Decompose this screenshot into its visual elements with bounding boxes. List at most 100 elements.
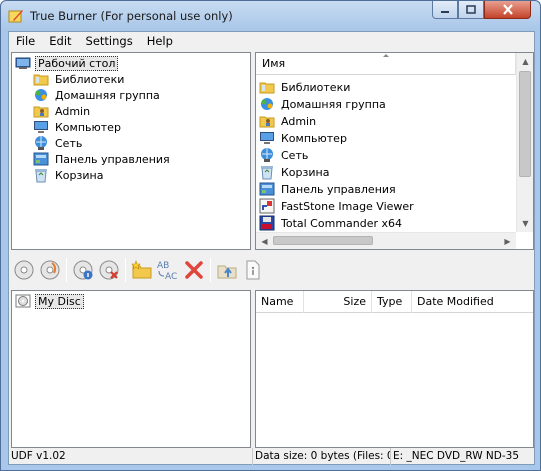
status-drive: E: _NEC DVD_RW ND-35 <box>393 450 520 462</box>
list-item[interactable]: Домашняя группа <box>259 96 388 112</box>
shortcut-icon <box>259 198 275 214</box>
client-area: File Edit Settings Help Рабочий стол Биб… <box>8 31 535 465</box>
tree-item-libraries[interactable]: Библиотеки <box>33 71 126 87</box>
column-name-header[interactable]: Имя <box>256 53 516 75</box>
scroll-up-arrow-icon[interactable]: ▲ <box>517 53 534 70</box>
tree-item-computer[interactable]: Компьютер <box>33 119 123 135</box>
libraries-folder-icon <box>33 74 49 86</box>
minimize-button[interactable] <box>432 1 458 19</box>
properties-button[interactable] <box>240 257 266 283</box>
tree-item-label: Рабочий стол <box>35 55 119 71</box>
tree-item-label: Корзина <box>55 168 104 182</box>
list-item-label: Admin <box>281 114 317 128</box>
list-item[interactable]: Admin <box>259 113 318 129</box>
document-info-icon <box>246 260 260 280</box>
horizontal-scrollbar[interactable]: ◀ ▶ <box>256 232 516 249</box>
list-item-label: Библиотеки <box>281 80 351 94</box>
status-version: UDF v1.02 <box>9 448 253 465</box>
menu-bar: File Edit Settings Help <box>9 32 534 51</box>
homegroup-icon <box>35 89 47 101</box>
network-icon <box>35 136 47 150</box>
status-data-size: Data size: 0 bytes (Files: 0, <box>253 448 391 465</box>
up-folder-icon <box>217 265 237 279</box>
toolbar-separator <box>125 258 126 282</box>
burner-app-icon <box>8 10 23 23</box>
tree-item-network[interactable]: Сеть <box>33 135 84 151</box>
computer-icon <box>34 121 48 133</box>
scroll-left-arrow-icon[interactable]: ◀ <box>256 233 273 250</box>
recycle-bin-icon <box>35 169 47 183</box>
delete-button[interactable] <box>181 257 207 283</box>
list-item[interactable]: Компьютер <box>259 130 349 146</box>
svg-text:AC: AC <box>165 272 177 282</box>
list-item[interactable]: Библиотеки <box>259 79 352 95</box>
title-bar[interactable]: True Burner (For personal use only) <box>1 1 540 31</box>
new-disc-button[interactable] <box>11 257 37 283</box>
column-type-header[interactable]: Type <box>372 291 412 313</box>
erase-disc-icon <box>99 260 119 280</box>
tree-item-homegroup[interactable]: Домашняя группа <box>33 87 162 103</box>
new-folder-button[interactable] <box>129 257 155 283</box>
delete-icon <box>185 261 203 279</box>
list-item[interactable]: Корзина <box>259 164 331 180</box>
disc-file-list[interactable]: Name Size Type Date Modified <box>255 290 534 448</box>
tree-item-label: Компьютер <box>55 120 121 134</box>
tree-item-label: Admin <box>55 104 91 118</box>
maximize-icon <box>466 5 476 14</box>
menu-help[interactable]: Help <box>140 32 180 51</box>
disc-icon <box>15 294 31 308</box>
rename-icon: AB AC <box>157 261 177 282</box>
folder-tree[interactable]: Рабочий стол Библиотеки Домашняя группа <box>11 52 251 250</box>
column-label: Имя <box>262 57 286 70</box>
rename-button[interactable]: AB AC <box>155 257 181 283</box>
column-name-header[interactable]: Name <box>256 291 304 313</box>
column-label: Name <box>261 295 294 308</box>
tree-item-label: My Disc <box>35 293 84 309</box>
close-button[interactable] <box>484 1 531 19</box>
column-size-header[interactable]: Size <box>304 291 372 313</box>
tree-item-control-panel[interactable]: Панель управления <box>33 151 172 167</box>
disc-tree[interactable]: My Disc <box>11 290 251 448</box>
vertical-scrollbar[interactable]: ▲ ▼ <box>516 53 533 232</box>
scroll-thumb[interactable] <box>273 236 373 245</box>
tree-item-my-disc[interactable]: My Disc <box>15 293 84 309</box>
scroll-right-arrow-icon[interactable]: ▶ <box>499 233 516 250</box>
tree-item-desktop[interactable]: Рабочий стол <box>15 55 119 71</box>
menu-file[interactable]: File <box>9 32 42 51</box>
disc-icon <box>14 260 34 280</box>
list-item-label: Компьютер <box>281 131 347 145</box>
menu-edit[interactable]: Edit <box>42 32 78 51</box>
list-header: Name Size Type Date Modified <box>256 291 533 313</box>
column-label: Size <box>343 295 366 308</box>
erase-disc-button[interactable] <box>96 257 122 283</box>
scroll-down-arrow-icon[interactable]: ▼ <box>517 215 534 232</box>
tree-item-admin[interactable]: Admin <box>33 103 92 119</box>
tree-item-label: Библиотеки <box>55 72 125 86</box>
scroll-thumb[interactable] <box>519 71 531 177</box>
column-date-modified-header[interactable]: Date Modified <box>412 291 533 313</box>
menu-settings[interactable]: Settings <box>79 32 140 51</box>
list-item[interactable]: Total Commander x64 <box>259 215 404 231</box>
up-folder-button[interactable] <box>214 257 240 283</box>
list-item[interactable]: Сеть <box>259 147 310 163</box>
list-item-label: Панель управления <box>281 182 396 196</box>
list-item[interactable]: FastStone Image Viewer <box>259 198 416 214</box>
user-folder-icon <box>33 106 49 118</box>
column-label: Type <box>377 295 403 308</box>
network-icon <box>261 148 273 162</box>
libraries-folder-icon <box>259 82 275 94</box>
toolbar-separator <box>210 258 211 282</box>
burn-disc-button[interactable] <box>37 257 63 283</box>
tree-item-recycle-bin[interactable]: Корзина <box>33 167 105 183</box>
list-item[interactable]: Панель управления <box>259 181 398 197</box>
control-panel-icon <box>259 182 275 196</box>
list-item-label: Домашняя группа <box>281 97 386 111</box>
disc-info-button[interactable] <box>70 257 96 283</box>
control-panel-icon <box>33 152 49 166</box>
list-item-label: FastStone Image Viewer <box>281 199 414 213</box>
file-list[interactable]: Имя Библиотеки Домашняя группа Admin Ком… <box>255 52 534 250</box>
recycle-bin-icon <box>261 166 273 180</box>
maximize-button[interactable] <box>458 1 484 19</box>
minimize-icon <box>441 10 449 13</box>
list-item-label: Корзина <box>281 165 330 179</box>
